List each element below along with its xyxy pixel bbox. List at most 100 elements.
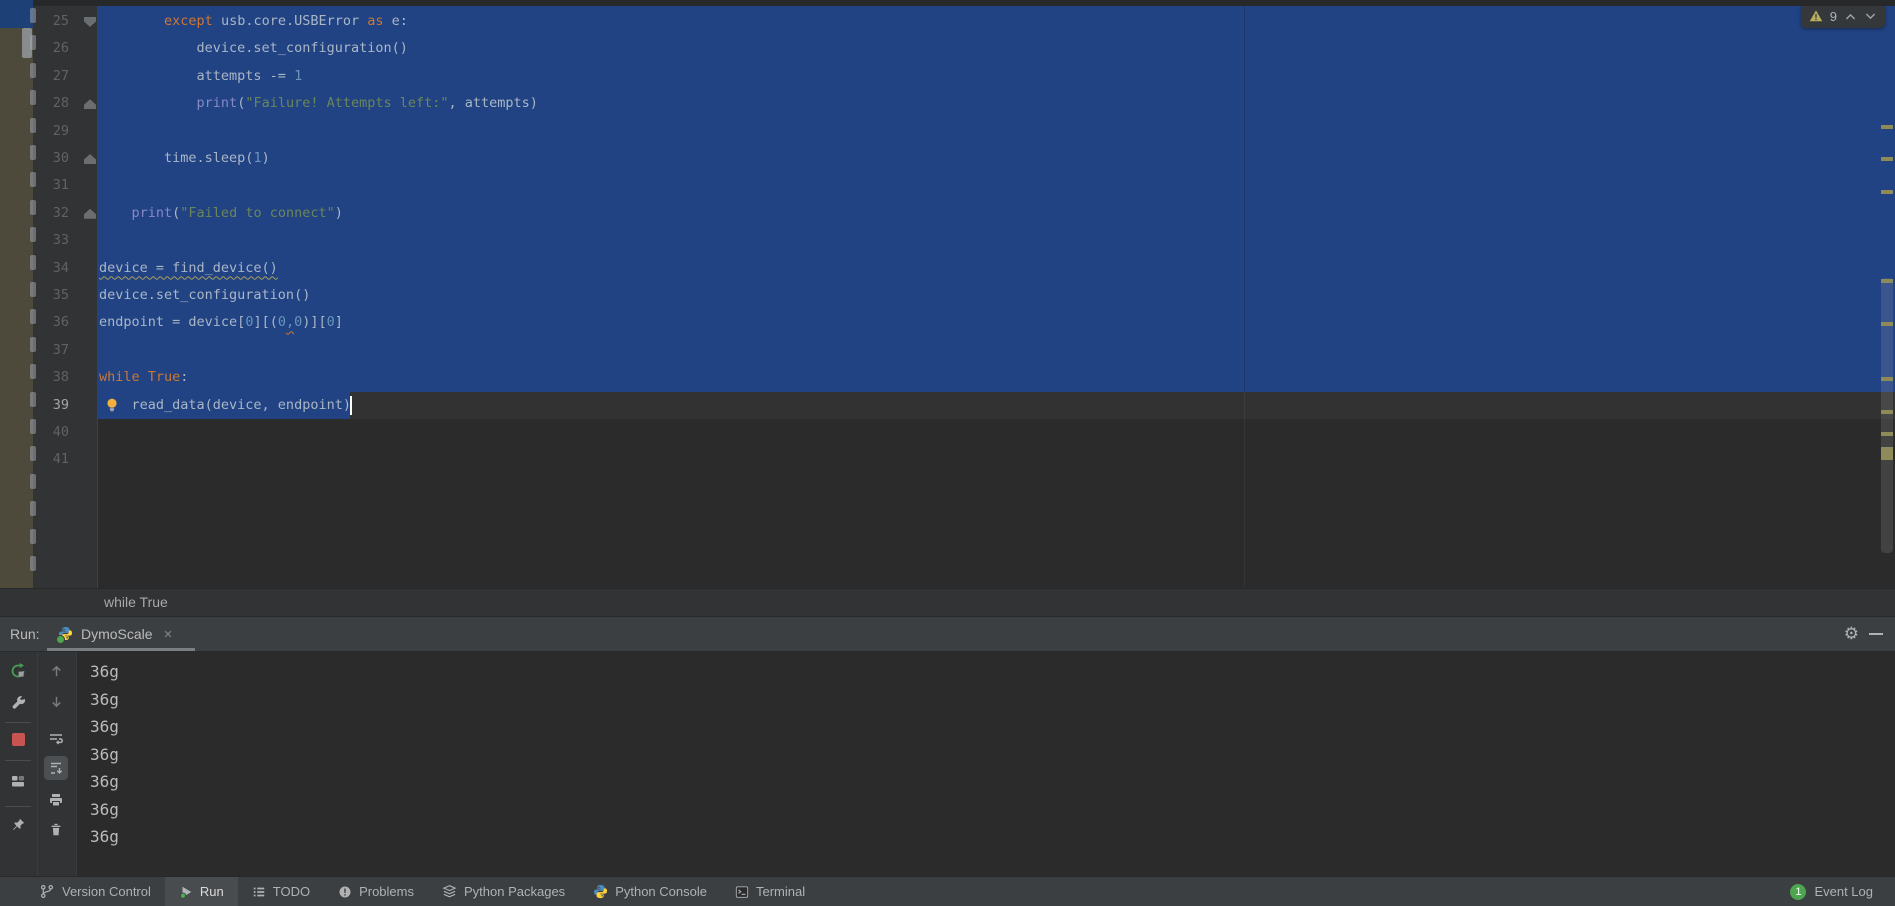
code-line-28[interactable]: print("Failure! Attempts left:", attempt… (97, 90, 1895, 117)
code-line-37[interactable] (97, 337, 1895, 364)
branch-icon (40, 884, 55, 899)
fold-up-icon[interactable] (84, 208, 96, 219)
gutter-line-36[interactable]: 36 (33, 309, 97, 336)
warning-stripe-mark[interactable] (1881, 279, 1893, 283)
run-console-output[interactable]: 36g 36g 36g 36g 36g 36g 36g (77, 652, 1895, 876)
prev-problem-button[interactable] (1844, 10, 1857, 23)
gutter-line-40[interactable]: 40 (33, 419, 97, 446)
code-text: except usb.core.USBError as e: (97, 8, 1895, 35)
code-line-29[interactable] (97, 118, 1895, 145)
statusbar-item-label: TODO (272, 884, 311, 899)
statusbar-item-version-control[interactable]: Version Control (26, 877, 165, 906)
console-output-line: 36g (90, 662, 119, 681)
code-line-32[interactable]: print("Failed to connect") (97, 200, 1895, 227)
code-line-31[interactable] (97, 172, 1895, 199)
gutter-line-34[interactable]: 34 (33, 255, 97, 282)
code-text: time.sleep(1) (97, 145, 1895, 172)
edge-marker (30, 473, 36, 489)
event-log-widget[interactable]: 1 Event Log (1790, 877, 1873, 906)
editor-gutter[interactable]: 25 26 27 28 29 30 31 32 33 34 35 36 37 38 39 40 41 (33, 0, 98, 588)
breadcrumb[interactable]: while True (104, 589, 168, 616)
statusbar-item-python-packages[interactable]: Python Packages (428, 877, 579, 906)
gutter-line-39[interactable]: 39 (33, 392, 97, 419)
warning-stripe-mark[interactable] (1881, 410, 1893, 414)
fold-up-icon[interactable] (84, 154, 96, 164)
rerun-button[interactable] (8, 661, 28, 681)
warning-stripe-mark[interactable] (1881, 322, 1893, 326)
statusbar-item-todo[interactable]: TODO (238, 877, 324, 906)
close-tab-icon[interactable]: × (164, 626, 173, 643)
code-line-30[interactable]: time.sleep(1) (97, 145, 1895, 172)
warning-stripe-mark[interactable] (1881, 432, 1893, 436)
code-line-27[interactable]: attempts -= 1 (97, 63, 1895, 90)
gutter-line-29[interactable]: 29 (33, 118, 97, 145)
gutter-line-31[interactable]: 31 (33, 172, 97, 199)
code-line-34[interactable]: device = find_device() (97, 255, 1895, 282)
gutter-line-35[interactable]: 35 (33, 282, 97, 309)
warning-stripe-mark[interactable] (1881, 190, 1893, 194)
code-text: print("Failed to connect") (97, 200, 1895, 227)
code-line-26[interactable]: device.set_configuration() (97, 35, 1895, 62)
restore-layout-button[interactable] (8, 771, 28, 791)
pin-button[interactable] (8, 814, 28, 834)
line-number: 36 (52, 314, 69, 331)
window-top-edge (0, 0, 1895, 6)
code-line-40[interactable] (97, 419, 1895, 446)
next-problem-button[interactable] (1864, 10, 1877, 23)
code-line-41[interactable] (97, 446, 1895, 473)
gutter-line-26[interactable]: 26 (33, 35, 97, 62)
gutter-line-33[interactable]: 33 (33, 227, 97, 254)
gutter-line-41[interactable]: 41 (33, 446, 97, 473)
left-panel-header-block (0, 0, 33, 28)
down-button[interactable] (46, 691, 66, 711)
print-button[interactable] (46, 790, 66, 810)
edge-marker (30, 90, 36, 106)
fold-down-icon[interactable] (84, 17, 96, 27)
console-output-line: 36g (90, 744, 119, 764)
code-line-25[interactable]: except usb.core.USBError as e: (97, 8, 1895, 35)
terminal-icon (735, 885, 749, 899)
hide-panel-icon[interactable] (1869, 633, 1883, 635)
run-tab-dymoscale[interactable]: DymoScale × (52, 617, 178, 651)
text-caret (350, 395, 353, 415)
error-stripe[interactable] (1879, 6, 1895, 588)
statusbar-item-python-console[interactable]: Python Console (579, 877, 721, 906)
gutter-line-38[interactable]: 38 (33, 364, 97, 391)
gear-icon[interactable]: ⚙ (1844, 624, 1859, 644)
token: ) (334, 204, 343, 221)
scroll-to-end-button[interactable] (44, 756, 68, 780)
fold-up-icon[interactable] (84, 99, 96, 110)
editor-scrollbar-thumb[interactable] (1881, 278, 1893, 553)
statusbar-item-run[interactable]: Run (164, 877, 238, 906)
soft-wrap-button[interactable] (46, 729, 66, 749)
warning-stripe-mark[interactable] (1881, 157, 1893, 161)
code-line-38[interactable]: while True: (97, 364, 1895, 391)
warning-stripe-mark[interactable] (1881, 377, 1893, 381)
gutter-line-25[interactable]: 25 (33, 8, 97, 35)
token: print (196, 95, 238, 112)
code-line-39[interactable]: read_data(device, endpoint) (97, 391, 1895, 419)
editor-code-area[interactable]: except usb.core.USBError as e: device.se… (97, 4, 1895, 588)
gutter-line-32[interactable]: 32 (33, 200, 97, 227)
warning-stripe-mark[interactable] (1881, 125, 1893, 129)
gutter-line-37[interactable]: 37 (33, 337, 97, 364)
token: "Failed to connect" (180, 204, 335, 221)
code-line-35[interactable]: device.set_configuration() (97, 282, 1895, 309)
code-line-36[interactable]: endpoint = device[0][(0,0)][0] (97, 309, 1895, 336)
stop-button[interactable] (8, 729, 28, 749)
statusbar-item-label: Run (199, 884, 224, 899)
statusbar-item-problems[interactable]: Problems (324, 877, 428, 906)
statusbar-item-terminal[interactable]: Terminal (721, 877, 819, 906)
up-button[interactable] (46, 661, 66, 681)
code-line-33[interactable] (97, 227, 1895, 254)
clear-all-button[interactable] (46, 819, 66, 839)
inspections-widget[interactable]: 9 (1800, 4, 1885, 28)
warning-stripe-mark[interactable] (1881, 447, 1893, 460)
build-wrench-button[interactable] (8, 691, 28, 711)
edge-marker (30, 35, 36, 51)
line-number: 35 (52, 287, 69, 303)
edge-marker (30, 501, 36, 517)
gutter-line-28[interactable]: 28 (33, 90, 97, 117)
gutter-line-30[interactable]: 30 (33, 145, 97, 172)
gutter-line-27[interactable]: 27 (33, 63, 97, 90)
